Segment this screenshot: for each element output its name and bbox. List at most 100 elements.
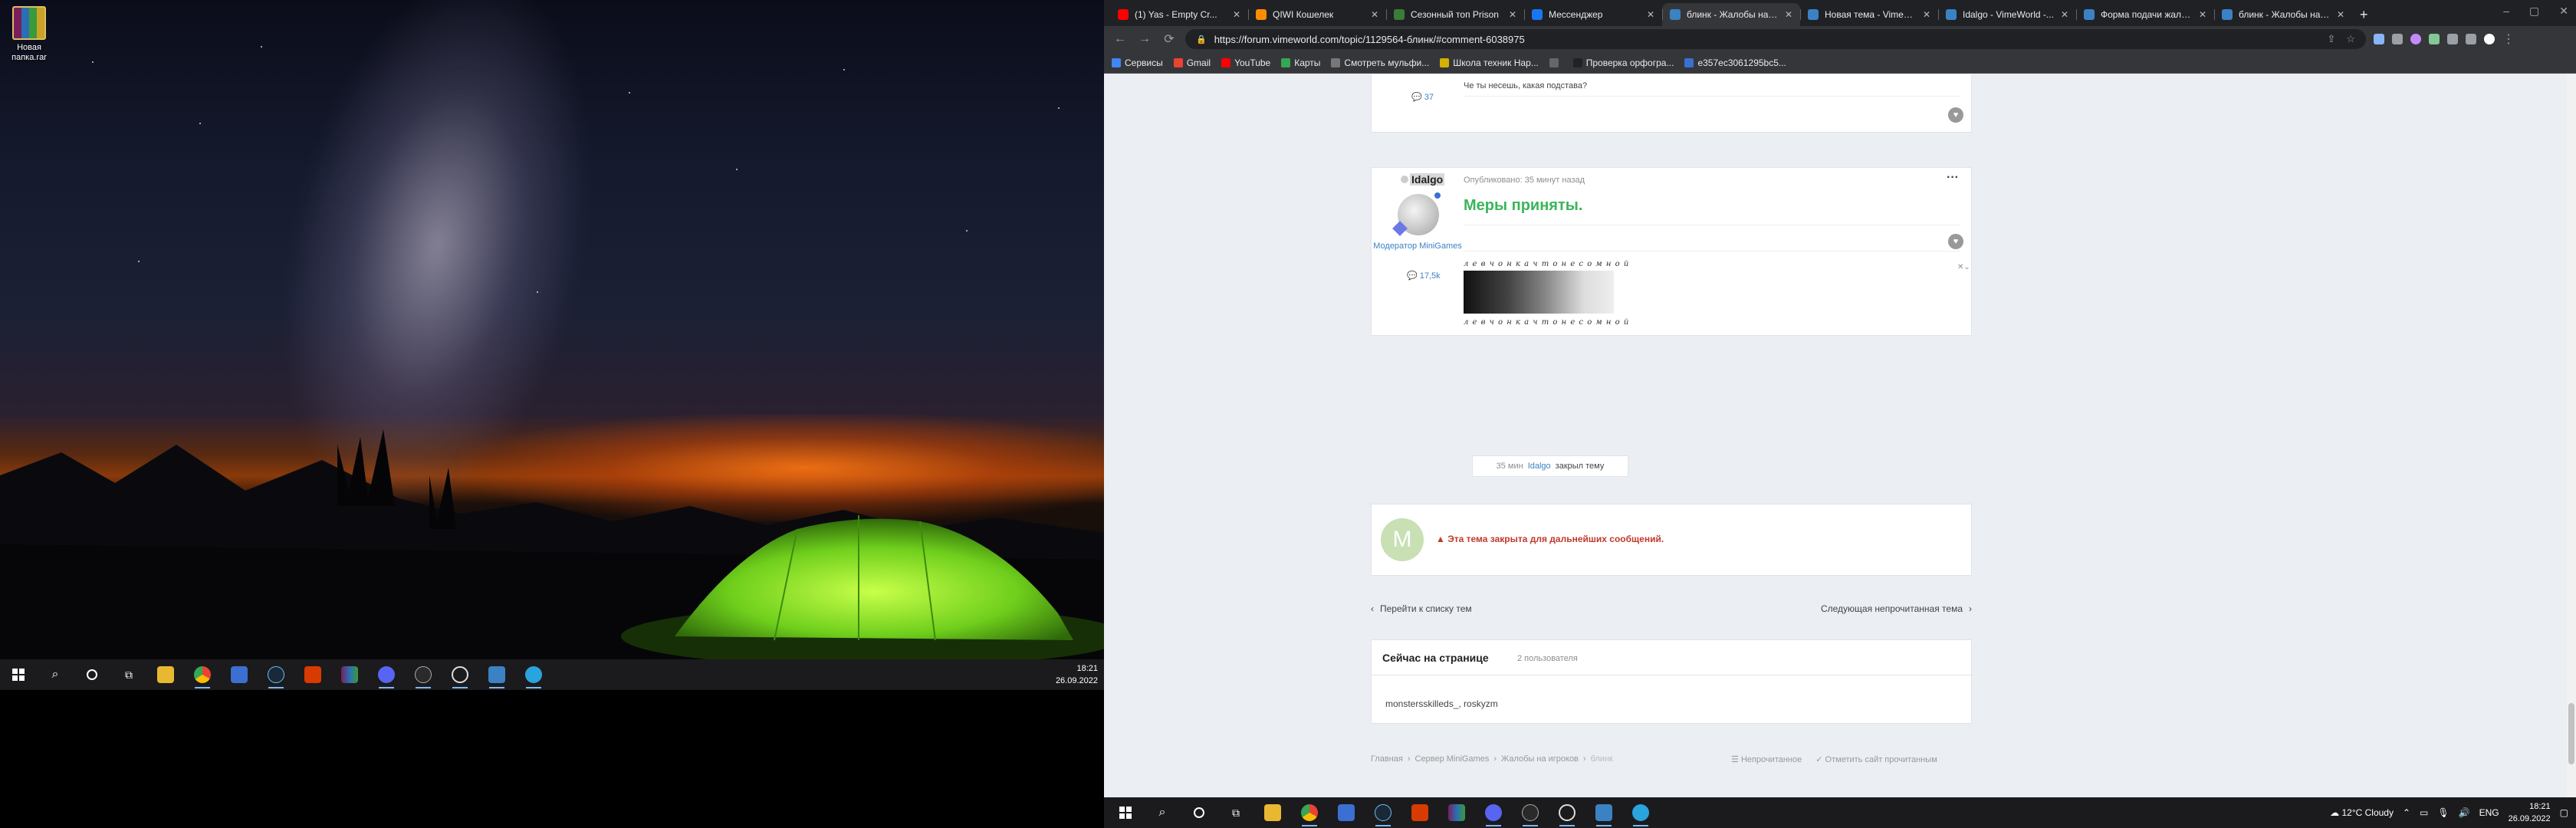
taskbar-office[interactable]: [1401, 797, 1438, 828]
signature-toggle-icon[interactable]: ✕⌄: [1957, 263, 1970, 271]
notification-icon[interactable]: ▢: [2560, 807, 2568, 818]
taskbar-chrome[interactable]: [1291, 797, 1328, 828]
online-user-list[interactable]: monstersskilleds_, roskyzm: [1385, 698, 1498, 709]
cortana-button[interactable]: [74, 659, 110, 690]
close-tab-icon[interactable]: ✕: [1647, 9, 1654, 20]
close-tab-icon[interactable]: ✕: [1233, 9, 1240, 20]
task-view-button[interactable]: ⧉: [1217, 797, 1254, 828]
reload-icon[interactable]: ⟳: [1161, 31, 1178, 47]
browser-tab[interactable]: блинк - Жалобы на и... ✕: [1662, 3, 1800, 26]
desktop-icon-rar-folder[interactable]: Новая папка.rar: [6, 6, 52, 63]
browser-tab[interactable]: Новая тема - VimeW... ✕: [1800, 3, 1938, 26]
browser-tab[interactable]: Idalgo - VimeWorld -... ✕: [1938, 3, 2076, 26]
browser-tab[interactable]: (1) Yas - Empty Cr... ✕: [1110, 3, 1248, 26]
taskbar-rockstar[interactable]: [405, 659, 442, 690]
unread-link[interactable]: ☰ Непрочитанное: [1731, 754, 1802, 764]
taskbar-steam[interactable]: [258, 659, 294, 690]
taskbar-file-explorer[interactable]: [1254, 797, 1291, 828]
new-tab-button[interactable]: +: [2352, 3, 2376, 26]
bookmark-item[interactable]: Проверка орфогра...: [1572, 58, 1674, 68]
right-clock[interactable]: 18:21 26.09.2022: [2509, 800, 2551, 825]
close-tab-icon[interactable]: ✕: [2199, 9, 2206, 20]
taskbar-telegram[interactable]: [515, 659, 552, 690]
heart-icon[interactable]: ♥: [1948, 107, 1963, 123]
back-icon[interactable]: ←: [1112, 32, 1129, 46]
extension-icon[interactable]: [2392, 34, 2403, 44]
page-scrollbar[interactable]: [2567, 74, 2576, 797]
next-unread-topic-link[interactable]: Следующая непрочитанная тема ›: [1792, 603, 1972, 614]
network-icon[interactable]: ▭: [2420, 807, 2428, 818]
taskbar-file-explorer[interactable]: [147, 659, 184, 690]
extension-icon[interactable]: [2410, 34, 2421, 44]
forward-icon[interactable]: →: [1136, 32, 1153, 46]
close-tab-icon[interactable]: ✕: [2337, 9, 2344, 20]
back-to-topics-link[interactable]: ‹ Перейти к списку тем: [1371, 603, 1472, 614]
taskbar-clock-app[interactable]: [442, 659, 478, 690]
left-clock[interactable]: 18:21 26.09.2022: [1056, 662, 1098, 687]
weather-widget[interactable]: ☁ 12°C Cloudy: [2330, 807, 2394, 818]
close-tab-icon[interactable]: ✕: [1785, 9, 1792, 20]
windows-start-button[interactable]: [1107, 797, 1144, 828]
extension-icon[interactable]: [2429, 34, 2440, 44]
bookmark-item[interactable]: YouTube: [1221, 58, 1270, 68]
scrollbar-thumb[interactable]: [2568, 703, 2574, 764]
browser-tab[interactable]: QIWI Кошелек ✕: [1248, 3, 1386, 26]
post-author-role[interactable]: Модератор MiniGames: [1372, 242, 1464, 251]
close-tab-icon[interactable]: ✕: [1371, 9, 1378, 20]
browser-tab[interactable]: блинк - Жалобы на и... ✕: [2214, 3, 2352, 26]
bookmark-item[interactable]: Смотреть мульфи...: [1331, 58, 1429, 68]
browser-tab[interactable]: Форма подачи жалоб... ✕: [2076, 3, 2214, 26]
event-user-link[interactable]: Idalgo: [1528, 462, 1551, 471]
cortana-button[interactable]: [1181, 797, 1217, 828]
taskbar-chrome[interactable]: [184, 659, 221, 690]
bookmark-star-icon[interactable]: ☆: [2346, 33, 2355, 45]
taskbar-vimeworld[interactable]: [478, 659, 515, 690]
profile-avatar[interactable]: [2484, 34, 2495, 44]
puzzle-icon[interactable]: [2447, 34, 2458, 44]
post-author-name[interactable]: Idalgo: [1410, 173, 1445, 186]
language-indicator[interactable]: ENG: [2479, 807, 2499, 818]
heart-icon[interactable]: ♥: [1948, 234, 1963, 249]
close-tab-icon[interactable]: ✕: [2061, 9, 2068, 20]
search-button[interactable]: ⌕: [37, 659, 74, 690]
search-button[interactable]: ⌕: [1144, 797, 1181, 828]
taskbar-vimeworld[interactable]: [1585, 797, 1622, 828]
close-tab-icon[interactable]: ✕: [1923, 9, 1930, 20]
breadcrumb-item[interactable]: Главная: [1371, 754, 1403, 764]
taskbar-store[interactable]: [1328, 797, 1365, 828]
browser-tab[interactable]: Мессенджер ✕: [1524, 3, 1662, 26]
extension-icon[interactable]: [2374, 34, 2384, 44]
taskbar-office[interactable]: [294, 659, 331, 690]
bookmark-item[interactable]: Школа техник Нар...: [1440, 58, 1539, 68]
taskbar-discord[interactable]: [1475, 797, 1512, 828]
bookmark-item[interactable]: e357ec3061295bc5...: [1684, 58, 1786, 68]
share-icon[interactable]: ⇪: [2327, 33, 2335, 45]
mark-read-link[interactable]: ✓ Отметить сайт прочитанным: [1815, 754, 1937, 764]
bookmark-item[interactable]: [1549, 58, 1562, 67]
taskbar-rockstar[interactable]: [1512, 797, 1549, 828]
taskbar-store[interactable]: [221, 659, 258, 690]
url-input[interactable]: 🔒 https://forum.vimeworld.com/topic/1129…: [1185, 29, 2366, 49]
browser-tab[interactable]: Сезонный топ Prison ✕: [1386, 3, 1524, 26]
microphone-icon[interactable]: 🎙: [2437, 807, 2449, 818]
chevron-up-icon[interactable]: ⌃: [2403, 807, 2410, 818]
sidebar-icon[interactable]: [2466, 34, 2476, 44]
post-options-icon[interactable]: ···: [1947, 171, 1959, 185]
taskbar-telegram[interactable]: [1622, 797, 1659, 828]
task-view-button[interactable]: ⧉: [110, 659, 147, 690]
maximize-icon[interactable]: ▢: [2529, 5, 2539, 18]
minimize-icon[interactable]: –: [2503, 5, 2509, 18]
volume-icon[interactable]: 🔊: [2459, 807, 2470, 818]
bookmark-item[interactable]: Карты: [1281, 58, 1320, 68]
bookmark-item[interactable]: Gmail: [1173, 58, 1211, 68]
taskbar-winrar[interactable]: [331, 659, 368, 690]
bookmark-item[interactable]: Сервисы: [1112, 58, 1163, 68]
taskbar-discord[interactable]: [368, 659, 405, 690]
taskbar-steam[interactable]: [1365, 797, 1401, 828]
breadcrumb-item[interactable]: Жалобы на игроков: [1501, 754, 1579, 764]
menu-dots-icon[interactable]: ⋮: [2502, 31, 2515, 47]
close-window-icon[interactable]: ✕: [2559, 5, 2568, 18]
breadcrumb-item[interactable]: Сервер MiniGames: [1415, 754, 1490, 764]
taskbar-winrar[interactable]: [1438, 797, 1475, 828]
windows-start-button[interactable]: [0, 659, 37, 690]
